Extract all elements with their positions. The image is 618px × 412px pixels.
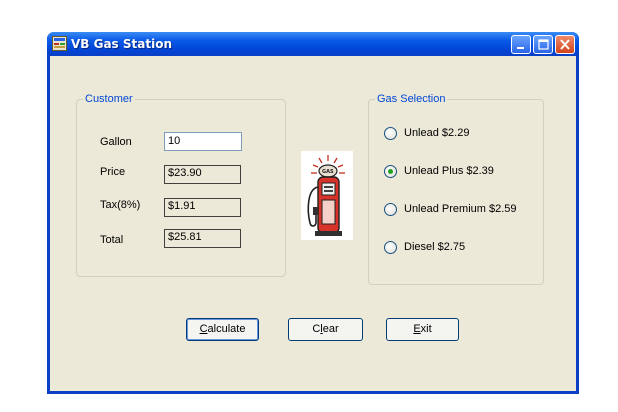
radio-label: Unlead Premium $2.59 (404, 203, 517, 215)
gas-selection-group-label: Gas Selection (375, 93, 448, 105)
radio-label: Unlead $2.29 (404, 127, 470, 139)
exit-accel: E (413, 323, 421, 335)
gallon-label: Gallon (100, 136, 132, 148)
calculate-accel: C (199, 323, 208, 335)
radio-button[interactable] (384, 241, 397, 254)
svg-text:GAS: GAS (322, 169, 334, 175)
radio-button[interactable] (384, 165, 397, 178)
tax-label: Tax(8%) (100, 199, 141, 211)
gas-selection-groupbox: Gas Selection Unlead $2.29 Unlead Plus $… (368, 93, 544, 285)
maximize-icon (538, 39, 549, 50)
clear-label: ear (322, 323, 339, 335)
close-button[interactable] (555, 35, 575, 54)
minimize-icon (517, 47, 524, 49)
exit-label: xit (420, 323, 432, 335)
close-icon (560, 39, 570, 50)
form-client-area: Customer Gallon 10 Price $23.90 Tax(8%) … (50, 56, 576, 391)
radio-label: Unlead Plus $2.39 (404, 165, 494, 177)
tax-output: $1.91 (164, 198, 241, 217)
minimize-button[interactable] (511, 35, 531, 54)
customer-groupbox: Customer Gallon 10 Price $23.90 Tax(8%) … (76, 93, 286, 277)
calculate-button[interactable]: Calculate (186, 318, 259, 341)
gas-pump-icon: GAS (301, 151, 353, 240)
gallon-input[interactable]: 10 (164, 132, 242, 151)
price-output: $23.90 (164, 165, 241, 184)
calculate-label: alculate (207, 323, 246, 335)
window-title: VB Gas Station (71, 37, 172, 51)
radio-label: Diesel $2.75 (404, 241, 466, 253)
total-output: $25.81 (164, 229, 241, 248)
radio-selected-dot (388, 169, 393, 174)
maximize-button[interactable] (533, 35, 553, 54)
customer-group-label: Customer (83, 93, 135, 105)
title-bar[interactable]: VB Gas Station (47, 32, 579, 56)
price-label: Price (100, 166, 126, 178)
radio-button[interactable] (384, 127, 397, 140)
app-icon (52, 36, 67, 51)
app-window: VB Gas Station Customer Gallon 10 Price … (47, 32, 579, 394)
clear-button[interactable]: Clear (288, 318, 363, 341)
total-label: Total (100, 234, 124, 246)
radio-button[interactable] (384, 203, 397, 216)
exit-button[interactable]: Exit (386, 318, 459, 341)
